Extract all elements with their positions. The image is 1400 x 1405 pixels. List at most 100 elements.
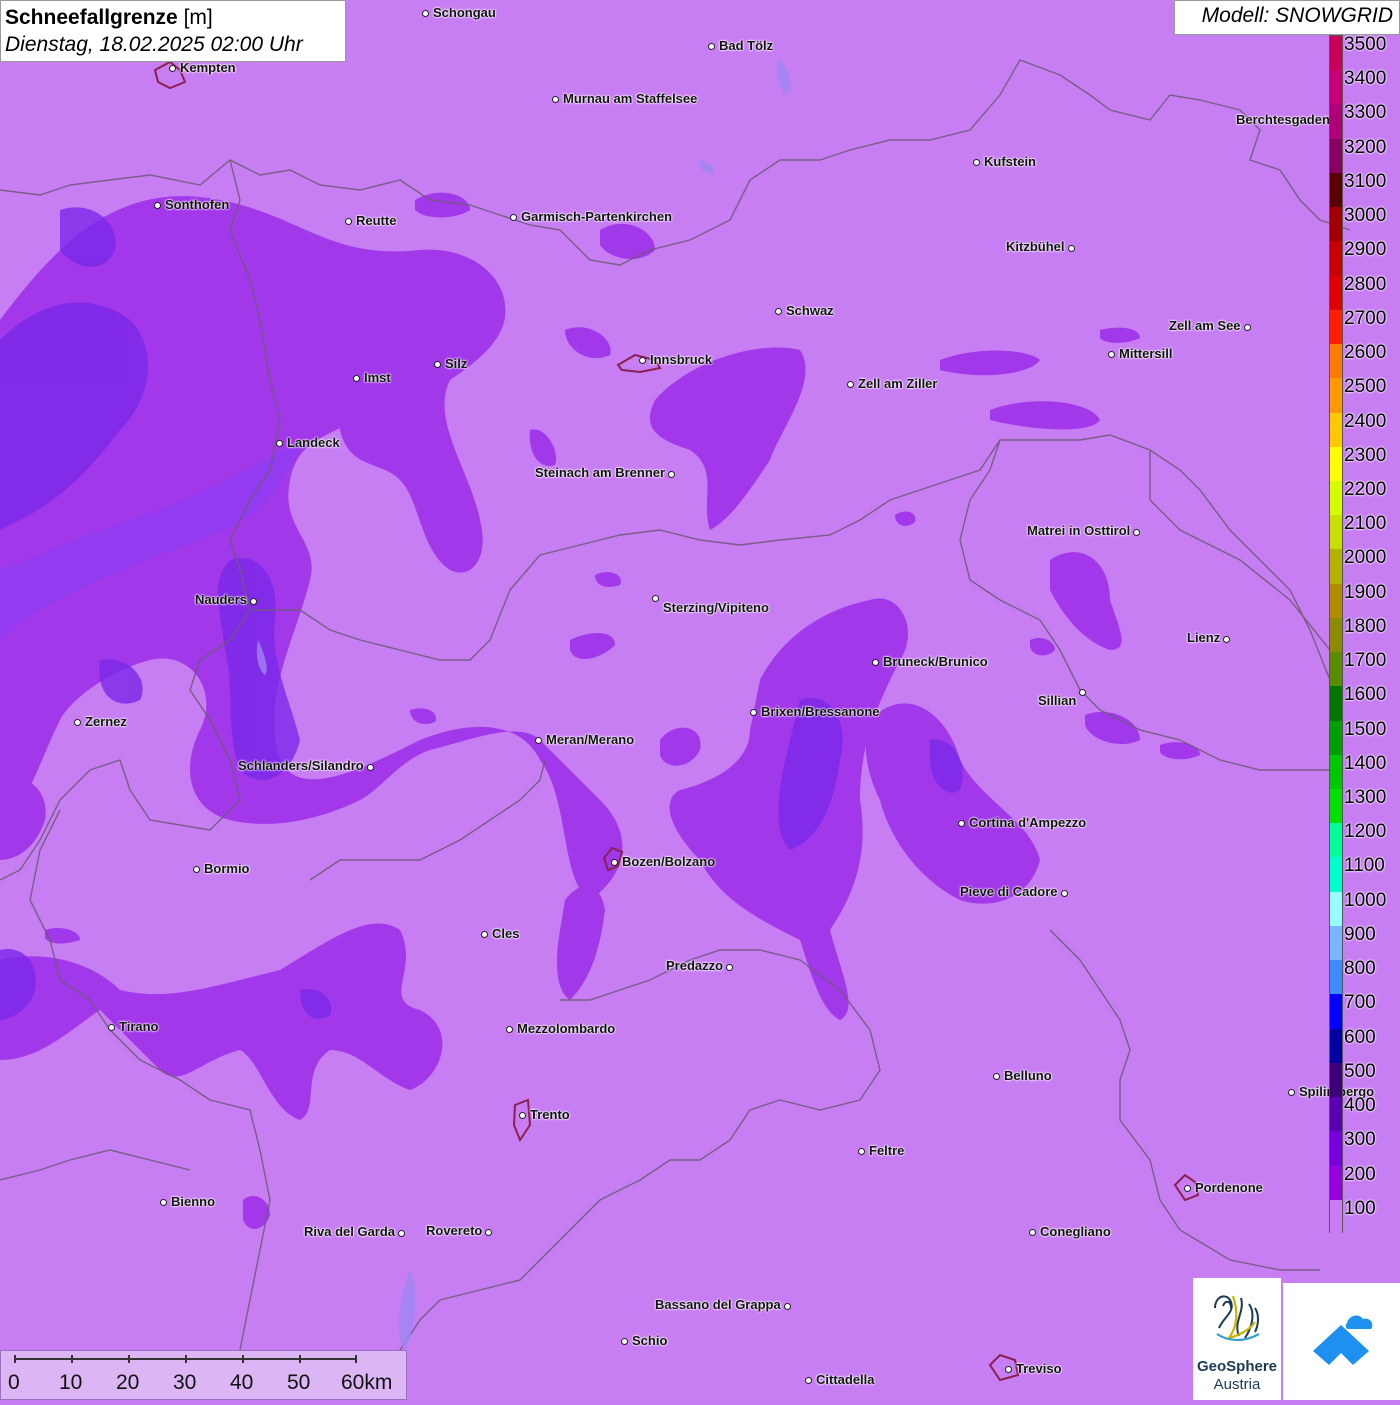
- legend-swatch: [1330, 549, 1342, 585]
- legend-swatch: [1330, 1097, 1342, 1132]
- city-marker[interactable]: [159, 1198, 167, 1206]
- city-marker[interactable]: [725, 963, 733, 971]
- city-marker[interactable]: [534, 736, 542, 744]
- city-marker[interactable]: [871, 658, 879, 666]
- city-label: Predazzo: [666, 958, 724, 973]
- city-marker[interactable]: [551, 95, 559, 103]
- legend-swatch: [1330, 480, 1342, 516]
- city-label: Feltre: [869, 1143, 905, 1158]
- city-marker[interactable]: [397, 1229, 405, 1237]
- city-marker[interactable]: [1132, 528, 1140, 536]
- geosphere-logo[interactable]: GeoSphere Austria: [1193, 1278, 1281, 1400]
- city-marker[interactable]: [707, 42, 715, 50]
- city-marker[interactable]: [1028, 1228, 1036, 1236]
- legend-label: 3400: [1344, 68, 1387, 90]
- scale-bar: 0 10 20 30 40 50 60km: [0, 1350, 407, 1400]
- city-marker[interactable]: [638, 356, 646, 364]
- city-marker[interactable]: [518, 1111, 526, 1119]
- legend-swatch: [1330, 309, 1342, 345]
- legend-swatch: [1330, 754, 1342, 790]
- legend-label: 2000: [1344, 547, 1387, 569]
- legend-label: 1600: [1344, 684, 1387, 706]
- legend-swatch: [1330, 344, 1342, 379]
- legend-label: 1900: [1344, 581, 1387, 603]
- legend-swatch: [1330, 720, 1342, 756]
- city-marker[interactable]: [344, 217, 352, 225]
- city-marker[interactable]: [153, 201, 161, 209]
- scale-tick: 30: [173, 1371, 197, 1394]
- city-marker[interactable]: [783, 1302, 791, 1310]
- city-marker[interactable]: [774, 307, 782, 315]
- scale-tick: 10: [59, 1371, 83, 1394]
- city-marker[interactable]: [610, 858, 618, 866]
- legend-swatch: [1330, 70, 1342, 105]
- city-label: Sterzing/Vipiteno: [663, 600, 769, 615]
- city-marker[interactable]: [749, 708, 757, 716]
- city-marker[interactable]: [275, 439, 283, 447]
- legend-label: 800: [1344, 958, 1376, 980]
- city-marker[interactable]: [1107, 350, 1115, 358]
- legend-swatch: [1330, 1131, 1342, 1167]
- city-marker[interactable]: [651, 594, 659, 602]
- city-marker[interactable]: [73, 718, 81, 726]
- city-marker[interactable]: [433, 360, 441, 368]
- city-label: Cittadella: [816, 1372, 875, 1387]
- city-marker[interactable]: [972, 158, 980, 166]
- city-marker[interactable]: [1222, 635, 1230, 643]
- city-label: Riva del Garda: [304, 1224, 396, 1239]
- title-unit: [m]: [177, 6, 213, 29]
- city-label: Bienno: [171, 1194, 216, 1209]
- city-marker[interactable]: [168, 64, 176, 72]
- legend-label: 200: [1344, 1163, 1376, 1185]
- city-marker[interactable]: [107, 1023, 115, 1031]
- legend-swatch: [1330, 617, 1342, 653]
- scale-tick: 20: [116, 1371, 140, 1394]
- scale-tick: 50: [287, 1371, 311, 1394]
- legend-swatch: [1330, 857, 1342, 893]
- city-marker[interactable]: [505, 1025, 513, 1033]
- city-marker[interactable]: [1060, 889, 1068, 897]
- city-label: Garmisch-Partenkirchen: [521, 209, 673, 224]
- city-marker[interactable]: [192, 865, 200, 873]
- city-marker[interactable]: [992, 1072, 1000, 1080]
- legend-swatch: [1330, 925, 1342, 961]
- city-marker[interactable]: [421, 9, 429, 17]
- city-marker[interactable]: [352, 374, 360, 382]
- legend-swatch: [1330, 891, 1342, 927]
- snowgrid-app-logo[interactable]: [1283, 1283, 1400, 1400]
- city-label: Murnau am Staffelsee: [563, 91, 698, 106]
- city-marker[interactable]: [1243, 323, 1251, 331]
- city-marker[interactable]: [1183, 1184, 1191, 1192]
- city-marker[interactable]: [1287, 1088, 1295, 1096]
- city-label: Mezzolombardo: [517, 1021, 616, 1036]
- city-label: Bozen/Bolzano: [622, 854, 716, 869]
- city-label: Bruneck/Brunico: [883, 654, 988, 669]
- city-label: Cles: [492, 926, 520, 941]
- city-marker[interactable]: [1004, 1365, 1012, 1373]
- city-marker[interactable]: [957, 819, 965, 827]
- legend-label: 3100: [1344, 170, 1387, 192]
- geosphere-emblem-icon: [1214, 1295, 1260, 1342]
- legend-label: 2400: [1344, 410, 1387, 432]
- legend-label: 2800: [1344, 273, 1387, 295]
- legend-swatch: [1330, 446, 1342, 482]
- city-marker[interactable]: [366, 763, 374, 771]
- city-marker[interactable]: [480, 930, 488, 938]
- legend-label: 2300: [1344, 444, 1387, 466]
- city-marker[interactable]: [1067, 244, 1075, 252]
- city-marker[interactable]: [804, 1376, 812, 1384]
- legend-label: 2900: [1344, 239, 1387, 261]
- city-marker[interactable]: [484, 1228, 492, 1236]
- city-label: Meran/Merano: [546, 732, 635, 747]
- model-label: Modell: SNOWGRID: [1174, 0, 1400, 35]
- city-marker[interactable]: [667, 470, 675, 478]
- city-marker[interactable]: [846, 380, 854, 388]
- city-marker[interactable]: [249, 597, 257, 605]
- city-label: Reutte: [356, 213, 397, 228]
- city-label: Bormio: [204, 861, 250, 876]
- city-marker[interactable]: [509, 213, 517, 221]
- city-marker[interactable]: [620, 1337, 628, 1345]
- city-label: Pordenone: [1195, 1180, 1263, 1195]
- city-marker[interactable]: [857, 1147, 865, 1155]
- city-marker[interactable]: [1078, 688, 1086, 696]
